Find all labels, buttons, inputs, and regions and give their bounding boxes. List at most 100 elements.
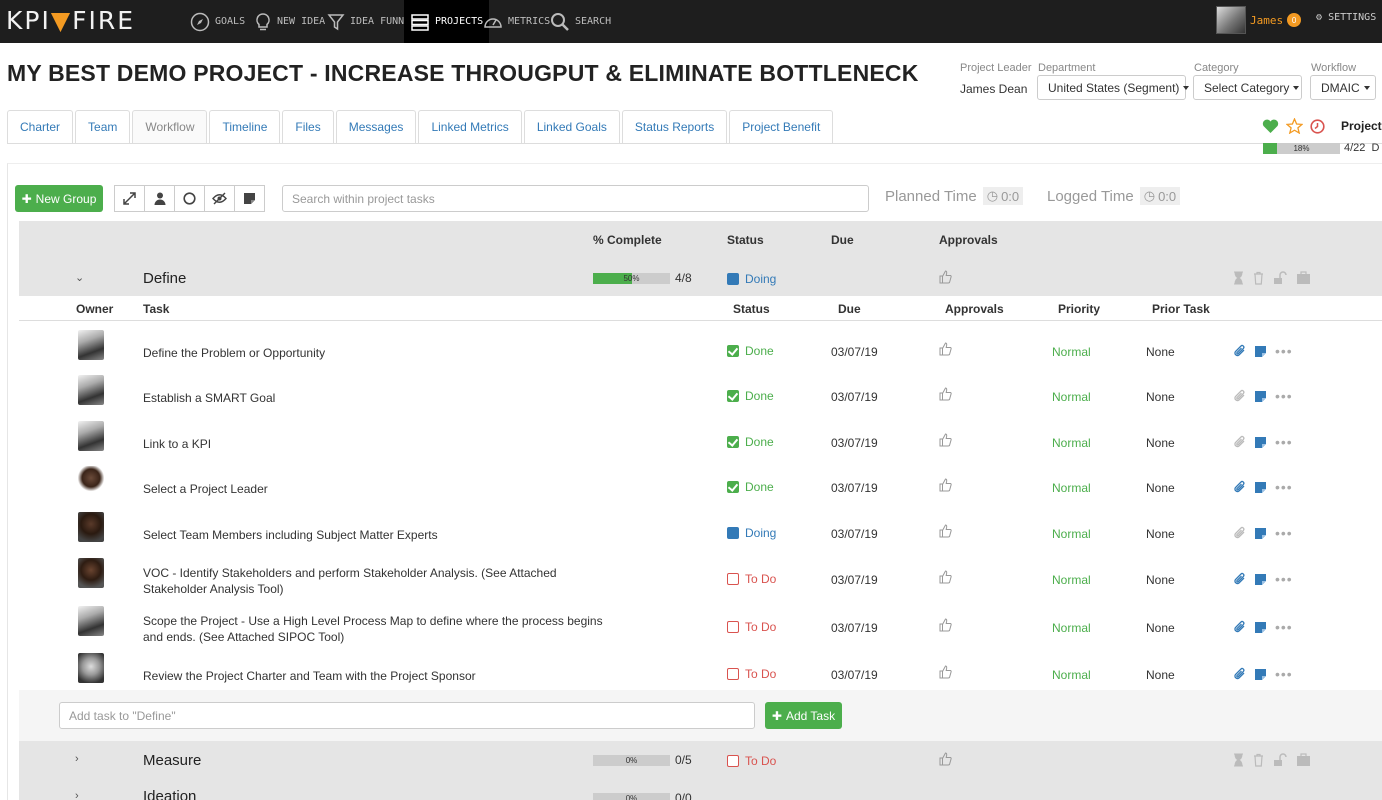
paperclip-icon[interactable] [1233, 572, 1246, 586]
thumbs-up-icon[interactable] [939, 433, 952, 447]
task-name[interactable]: Scope the Project - Use a High Level Pro… [143, 613, 613, 645]
task-priority[interactable]: Normal [1052, 436, 1091, 450]
owner-avatar[interactable] [78, 512, 104, 542]
task-due-date[interactable]: 03/07/19 [831, 668, 878, 682]
thumbs-up-icon[interactable] [939, 665, 952, 679]
owner-avatar[interactable] [78, 330, 104, 360]
note-icon[interactable] [1254, 527, 1267, 540]
note-icon[interactable] [1254, 481, 1267, 494]
nav-goals[interactable]: GOALS [190, 0, 245, 43]
task-prior-task[interactable]: None [1146, 621, 1175, 635]
archive-icon[interactable] [1296, 271, 1311, 285]
task-status[interactable]: Done [727, 435, 774, 449]
nav-projects[interactable]: PROJECTS [404, 0, 490, 43]
task-name[interactable]: VOC - Identify Stakeholders and perform … [143, 565, 613, 597]
thumbs-up-icon[interactable] [939, 342, 952, 356]
nav-search[interactable]: SEARCH [550, 0, 611, 43]
paperclip-icon[interactable] [1233, 435, 1246, 449]
trash-icon[interactable] [1253, 271, 1264, 285]
owner-avatar[interactable] [78, 558, 104, 588]
task-priority[interactable]: Normal [1052, 668, 1091, 682]
more-options-icon[interactable]: ••• [1275, 666, 1293, 682]
paperclip-icon[interactable] [1233, 620, 1246, 634]
task-prior-task[interactable]: None [1146, 573, 1175, 587]
owner-avatar[interactable] [78, 466, 104, 496]
task-due-date[interactable]: 03/07/19 [831, 345, 878, 359]
tab-linked-goals[interactable]: Linked Goals [523, 110, 620, 143]
task-due-date[interactable]: 03/07/19 [831, 390, 878, 404]
note-icon[interactable] [1254, 345, 1267, 358]
task-due-date[interactable]: 03/07/19 [831, 436, 878, 450]
task-status[interactable]: To Do [727, 667, 776, 681]
chevron-right-icon[interactable]: › [75, 753, 79, 765]
task-due-date[interactable]: 03/07/19 [831, 573, 878, 587]
chevron-down-icon[interactable]: ⌄ [75, 271, 84, 284]
task-prior-task[interactable]: None [1146, 436, 1175, 450]
my-tasks-button[interactable] [144, 185, 175, 212]
task-priority[interactable]: Normal [1052, 573, 1091, 587]
task-prior-task[interactable]: None [1146, 668, 1175, 682]
new-group-button[interactable]: ✚ New Group [15, 185, 103, 212]
trash-icon[interactable] [1253, 753, 1264, 767]
task-due-date[interactable]: 03/07/19 [831, 621, 878, 635]
user-menu[interactable]: James 0 [1216, 6, 1302, 34]
task-priority[interactable]: Normal [1052, 621, 1091, 635]
nav-new-idea[interactable]: NEW IDEA [254, 0, 325, 43]
notes-button[interactable] [234, 185, 265, 212]
thumbs-up-icon[interactable] [939, 478, 952, 492]
star-icon[interactable] [1286, 118, 1303, 134]
task-due-date[interactable]: 03/07/19 [831, 481, 878, 495]
task-status[interactable]: To Do [727, 572, 776, 586]
heart-icon[interactable] [1262, 119, 1279, 134]
unlock-icon[interactable] [1273, 271, 1287, 285]
status-filter-button[interactable] [174, 185, 205, 212]
unlock-icon[interactable] [1273, 753, 1287, 767]
task-priority[interactable]: Normal [1052, 345, 1091, 359]
thumbs-up-icon[interactable] [939, 387, 952, 401]
thumbs-up-icon[interactable] [939, 570, 952, 584]
tab-workflow[interactable]: Workflow [132, 110, 208, 143]
group-status[interactable]: Doing [727, 272, 776, 286]
task-status[interactable]: Doing [727, 526, 776, 540]
task-prior-task[interactable]: None [1146, 481, 1175, 495]
clock-icon[interactable] [1310, 118, 1325, 134]
more-options-icon[interactable]: ••• [1275, 619, 1293, 635]
more-options-icon[interactable]: ••• [1275, 525, 1293, 541]
task-status[interactable]: Done [727, 389, 774, 403]
note-icon[interactable] [1254, 668, 1267, 681]
thumbs-up-icon[interactable] [939, 270, 952, 284]
thumbs-up-icon[interactable] [939, 524, 952, 538]
tab-team[interactable]: Team [75, 110, 131, 143]
notification-badge[interactable]: 0 [1287, 13, 1302, 27]
owner-avatar[interactable] [78, 653, 104, 683]
paperclip-icon[interactable] [1233, 480, 1246, 494]
tab-linked-metrics[interactable]: Linked Metrics [418, 110, 522, 143]
tab-timeline[interactable]: Timeline [209, 110, 281, 143]
tab-charter[interactable]: Charter [7, 110, 74, 143]
task-name[interactable]: Select a Project Leader [143, 481, 613, 497]
task-due-date[interactable]: 03/07/19 [831, 527, 878, 541]
task-name[interactable]: Select Team Members including Subject Ma… [143, 527, 613, 543]
group-name[interactable]: Ideation [143, 788, 196, 800]
paperclip-icon[interactable] [1233, 667, 1246, 681]
more-options-icon[interactable]: ••• [1275, 434, 1293, 450]
task-priority[interactable]: Normal [1052, 527, 1091, 541]
nav-metrics[interactable]: METRICS [483, 0, 550, 43]
group-status[interactable]: To Do [727, 754, 776, 768]
hourglass-icon[interactable] [1233, 271, 1244, 285]
add-task-button[interactable]: ✚ Add Task [765, 702, 842, 729]
category-dropdown[interactable]: Select Category [1193, 75, 1302, 100]
task-status[interactable]: To Do [727, 620, 776, 634]
more-options-icon[interactable]: ••• [1275, 479, 1293, 495]
note-icon[interactable] [1254, 390, 1267, 403]
task-name[interactable]: Establish a SMART Goal [143, 390, 613, 406]
task-prior-task[interactable]: None [1146, 345, 1175, 359]
department-dropdown[interactable]: United States (Segment) [1037, 75, 1190, 100]
tab-status-reports[interactable]: Status Reports [621, 110, 728, 143]
task-status[interactable]: Done [727, 480, 774, 494]
archive-icon[interactable] [1296, 753, 1311, 767]
nav-idea-funnel[interactable]: IDEA FUNNEL [327, 0, 416, 43]
settings-link[interactable]: ⚙ SETTINGS [1316, 12, 1376, 23]
task-status[interactable]: Done [727, 344, 774, 358]
note-icon[interactable] [1254, 436, 1267, 449]
